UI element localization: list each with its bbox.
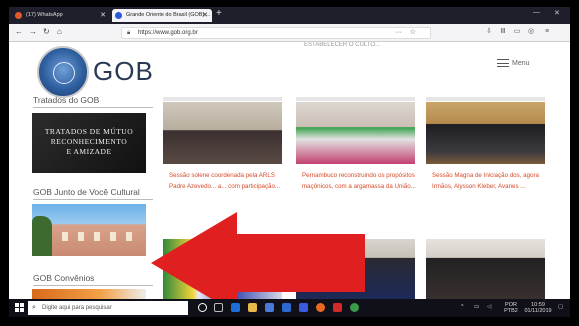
card-image-1[interactable] (163, 102, 282, 164)
card-image-6[interactable] (426, 239, 545, 299)
card-caption-2[interactable]: Pernambuco reconstruindo os propósitos m… (302, 170, 420, 192)
search-placeholder: Digite aqui para pesquisar (42, 305, 112, 311)
volume-icon[interactable]: ◁ (487, 304, 491, 310)
whatsapp-icon[interactable] (350, 303, 359, 312)
card-top-bar (296, 97, 415, 101)
cultural-building-image[interactable] (32, 204, 146, 256)
banner-line: RECONHECIMENTO (50, 137, 128, 146)
tray-up-arrow-icon[interactable]: ^ (461, 304, 464, 310)
library-icon[interactable]: Ⅲ (499, 28, 507, 36)
card-top-bar (163, 97, 282, 101)
window-shape (62, 232, 68, 241)
notification-icon[interactable]: ▢ (558, 304, 563, 310)
sidebar-section-title: GOB Junto de Você Cultural (33, 187, 140, 197)
gob-logo-icon[interactable] (37, 46, 89, 98)
tab-title: Grande Oriente do Brasil (GOB) ... (126, 12, 211, 18)
sidebar-section-title: GOB Convênios (33, 273, 95, 283)
site-logo-text[interactable]: GOB (93, 56, 154, 87)
card-image-2[interactable] (296, 102, 415, 164)
convenios-banner[interactable] (32, 289, 146, 299)
window-shape (126, 232, 132, 241)
faded-heading: ESTABELECER O CULTO... (304, 42, 381, 48)
home-icon[interactable]: ⌂ (57, 27, 62, 36)
tab-strip: (17) WhatsApp ✕ Grande Oriente do Brasil… (9, 7, 570, 24)
search-icon: ⌕ (32, 304, 36, 311)
tree-shape (32, 216, 52, 256)
store-icon[interactable] (265, 303, 274, 312)
menu-label: Menu (512, 59, 530, 67)
menu-button[interactable]: Menu (497, 59, 530, 67)
mail-icon[interactable] (282, 303, 291, 312)
browser-window: (17) WhatsApp ✕ Grande Oriente do Brasil… (9, 7, 570, 317)
lock-icon: 🔒︎ (127, 30, 131, 36)
back-icon[interactable]: ← (15, 27, 23, 36)
sidebar-section-title: Tratados do GOB (33, 95, 100, 105)
banner-line: TRATADOS DE MÚTUO (44, 127, 134, 136)
window-shape (110, 232, 116, 241)
edge-icon[interactable] (231, 303, 240, 312)
app-icon[interactable] (299, 303, 308, 312)
navigation-bar: ← → ↻ ⌂ 🔒︎ https://www.gob.org.br ··· ☆ … (9, 24, 570, 42)
reload-icon[interactable]: ↻ (43, 27, 50, 36)
extension-icon[interactable]: ◎ (527, 28, 535, 36)
banner-line: E AMIZADE (66, 147, 112, 156)
card-caption-1[interactable]: Sessão solene coordenada pela ARLS Padre… (169, 170, 287, 192)
web-page: ESTABELECER O CULTO... GOB Menu Tratados… (9, 42, 570, 299)
clock[interactable]: 10:59 01/11/2019 (523, 302, 553, 314)
treaties-banner[interactable]: TRATADOS DE MÚTUO RECONHECIMENTO E AMIZA… (32, 113, 146, 173)
download-icon[interactable]: ⇩ (485, 28, 493, 36)
taskbar-search-input[interactable]: ⌕ Digite aqui para pesquisar (28, 301, 188, 315)
cortana-icon[interactable] (198, 303, 207, 312)
card-caption-3[interactable]: Sessão Magna de Iniciação dos, agora Irm… (432, 170, 550, 192)
hamburger-icon (497, 59, 509, 67)
window-close-icon[interactable]: ✕ (554, 9, 560, 17)
gob-favicon-icon (115, 12, 122, 19)
tab-gob[interactable]: Grande Oriente do Brasil (GOB) ... ✕ (112, 9, 212, 22)
task-view-icon[interactable] (214, 303, 223, 312)
window-shape (78, 232, 84, 241)
divider (33, 199, 153, 200)
file-explorer-icon[interactable] (248, 303, 257, 312)
close-tab-icon[interactable]: ✕ (202, 9, 208, 22)
bookmark-star-icon[interactable]: ☆ (410, 28, 416, 38)
minimize-icon[interactable]: — (533, 9, 540, 16)
language-indicator[interactable]: POR PTB2 (502, 302, 520, 314)
windows-start-icon[interactable] (15, 303, 24, 312)
address-bar[interactable]: 🔒︎ https://www.gob.org.br ··· ☆ (121, 27, 431, 39)
firefox-icon[interactable] (316, 303, 325, 312)
window-shape (94, 232, 100, 241)
tab-whatsapp[interactable]: (17) WhatsApp ✕ (12, 9, 110, 22)
new-tab-button[interactable]: + (216, 8, 222, 19)
red-arrow-icon (151, 212, 365, 299)
app-menu-icon[interactable]: ≡ (543, 28, 551, 36)
forward-icon[interactable]: → (29, 27, 37, 36)
page-actions-icon[interactable]: ··· (395, 28, 402, 38)
card-top-bar (426, 97, 545, 101)
url-text: https://www.gob.org.br (138, 30, 198, 36)
close-tab-icon[interactable]: ✕ (100, 9, 106, 22)
card-image-3[interactable] (426, 102, 545, 164)
tab-title: (17) WhatsApp (26, 12, 63, 18)
divider (33, 107, 153, 108)
network-icon[interactable]: ▭ (474, 304, 479, 310)
divider (33, 285, 153, 286)
whatsapp-favicon-icon (15, 12, 22, 19)
taskbar: ⌕ Digite aqui para pesquisar ^ ▭ ◁ POR P… (9, 299, 570, 317)
acrobat-icon[interactable] (333, 303, 342, 312)
clock-date: 01/11/2019 (524, 308, 552, 314)
sidebar-icon[interactable]: ▭ (513, 28, 521, 36)
